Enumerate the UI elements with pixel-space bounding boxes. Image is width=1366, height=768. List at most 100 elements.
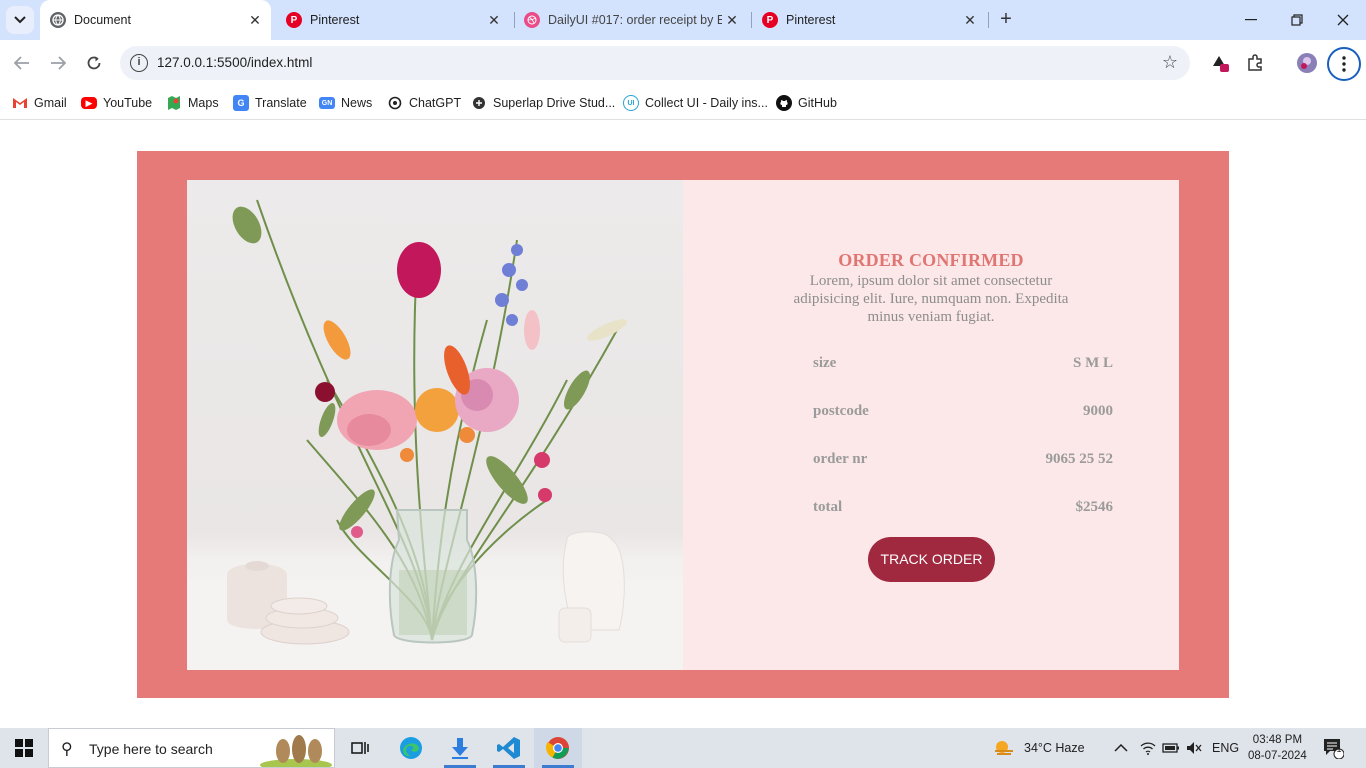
- tab-document[interactable]: Document ✕: [40, 0, 271, 40]
- close-icon[interactable]: ✕: [484, 10, 504, 30]
- start-button[interactable]: [0, 728, 48, 768]
- meerkat-highlight-icon: [260, 735, 332, 767]
- new-tab-button[interactable]: +: [994, 8, 1018, 32]
- chatgpt-icon: [387, 95, 403, 111]
- url-text[interactable]: 127.0.0.1:5500/index.html: [157, 55, 312, 70]
- volume-muted-icon[interactable]: [1186, 728, 1202, 768]
- language-indicator[interactable]: ENG: [1212, 728, 1239, 768]
- network-icon[interactable]: [1140, 728, 1156, 768]
- profile-avatar[interactable]: [1296, 52, 1318, 74]
- bookmark-gmail[interactable]: Gmail: [12, 93, 67, 113]
- search-placeholder: Type here to search: [89, 741, 213, 757]
- dribbble-icon: [524, 12, 540, 28]
- reload-button[interactable]: [81, 50, 107, 76]
- detail-row-order-nr: order nr 9065 25 52: [813, 451, 1113, 471]
- address-bar[interactable]: i 127.0.0.1:5500/index.html ☆: [120, 46, 1190, 80]
- bookmarks-bar: Gmail ▶ YouTube Maps G Translate GN News…: [0, 86, 1366, 120]
- bookmark-star-icon[interactable]: ☆: [1162, 52, 1178, 73]
- bookmark-label: Gmail: [34, 96, 67, 110]
- detail-value: 9065 25 52: [1045, 451, 1114, 467]
- battery-icon[interactable]: [1162, 728, 1180, 768]
- vscode-icon: [497, 737, 520, 759]
- weather-widget[interactable]: 34°C Haze: [992, 728, 1085, 768]
- bookmark-label: News: [341, 96, 373, 110]
- close-icon: [1337, 14, 1349, 26]
- back-button[interactable]: [9, 50, 35, 76]
- tab-title: Pinterest: [310, 13, 360, 27]
- forward-button[interactable]: [45, 50, 71, 76]
- tab-search-button[interactable]: [6, 6, 34, 34]
- detail-label: postcode: [813, 403, 869, 419]
- detail-value: $2546: [1075, 499, 1114, 515]
- order-details-panel: ORDER CONFIRMED Lorem, ipsum dolor sit a…: [683, 180, 1179, 670]
- arrow-left-icon: [14, 56, 29, 70]
- taskbar-search[interactable]: ⚲ Type here to search: [48, 728, 335, 768]
- globe-icon: [50, 12, 66, 28]
- bookmark-label: Maps: [188, 96, 219, 110]
- sun-haze-icon: [995, 741, 1013, 755]
- extension-badge-icon[interactable]: [1209, 52, 1231, 74]
- order-confirmed-heading: ORDER CONFIRMED: [838, 250, 1024, 270]
- track-order-button[interactable]: TRACK ORDER: [868, 537, 995, 582]
- bookmark-youtube[interactable]: ▶ YouTube: [81, 93, 152, 113]
- restore-button[interactable]: [1274, 0, 1320, 40]
- bookmark-superlap[interactable]: Superlap Drive Stud...: [471, 93, 615, 113]
- flower-illustration: [187, 199, 683, 670]
- bookmark-maps[interactable]: Maps: [166, 93, 219, 113]
- edge-app[interactable]: [387, 728, 435, 768]
- windows-taskbar: ⚲ Type here to search 34°C Haze ENG 03:4…: [0, 728, 1366, 768]
- collectui-icon: UI: [623, 95, 639, 111]
- bookmark-collectui[interactable]: UI Collect UI - Daily ins...: [623, 93, 768, 113]
- detail-row-postcode: postcode 9000: [813, 403, 1113, 423]
- arrow-right-icon: [51, 56, 66, 70]
- close-icon[interactable]: ✕: [722, 10, 742, 30]
- flower-vase-photo: [187, 180, 683, 670]
- chrome-icon: [546, 737, 569, 759]
- tab-strip: Document ✕ P Pinterest ✕ DailyUI #017: o…: [0, 0, 1366, 40]
- detail-row-size: size S M L: [813, 355, 1113, 375]
- chrome-menu-button[interactable]: [1327, 47, 1361, 81]
- close-icon[interactable]: ✕: [245, 10, 265, 30]
- chrome-app[interactable]: [534, 728, 582, 768]
- notification-count: 1: [1336, 744, 1342, 754]
- chevron-up-icon: [1114, 744, 1128, 752]
- minimize-button[interactable]: [1228, 0, 1274, 40]
- task-view-button[interactable]: [336, 728, 384, 768]
- detail-value: 9000: [1083, 403, 1113, 419]
- weather-text: 34°C Haze: [1024, 741, 1085, 755]
- download-arrow-icon: [452, 738, 468, 759]
- clock-time: 03:48 PM: [1252, 734, 1303, 746]
- bookmark-label: ChatGPT: [409, 96, 462, 110]
- tab-pinterest-2[interactable]: P Pinterest ✕: [752, 0, 986, 40]
- edge-icon: [400, 737, 422, 759]
- github-icon: [776, 95, 792, 111]
- notification-center-button[interactable]: 1: [1322, 728, 1344, 768]
- bookmark-translate[interactable]: G Translate: [233, 93, 307, 113]
- close-icon[interactable]: ✕: [960, 10, 980, 30]
- bookmark-chatgpt[interactable]: ChatGPT: [387, 93, 461, 113]
- detail-label: size: [813, 355, 837, 371]
- tab-dailyui[interactable]: DailyUI #017: order receipt by E ✕: [514, 0, 748, 40]
- bookmark-news[interactable]: GN News: [319, 93, 372, 113]
- clock[interactable]: 03:48 PM 08-07-2024: [1248, 730, 1307, 766]
- downloads-app[interactable]: [436, 728, 484, 768]
- restore-icon: [1291, 14, 1303, 26]
- puzzle-extensions-icon[interactable]: [1244, 52, 1266, 74]
- vscode-app[interactable]: [485, 728, 533, 768]
- gmail-icon: [12, 95, 28, 111]
- translate-icon: G: [233, 95, 249, 111]
- hidden-icons-button[interactable]: [1114, 728, 1128, 768]
- tab-title: Pinterest: [786, 13, 836, 27]
- tab-pinterest-1[interactable]: P Pinterest ✕: [276, 0, 510, 40]
- tab-title: Document: [74, 13, 131, 27]
- close-window-button[interactable]: [1320, 0, 1366, 40]
- bookmark-label: Collect UI - Daily ins...: [645, 96, 768, 110]
- browser-toolbar: i 127.0.0.1:5500/index.html ☆: [0, 40, 1366, 86]
- superlap-icon: [471, 95, 487, 111]
- bookmark-github[interactable]: GitHub: [776, 93, 837, 113]
- minimize-icon: [1245, 19, 1257, 21]
- receipt-frame: ORDER CONFIRMED Lorem, ipsum dolor sit a…: [137, 151, 1229, 698]
- site-info-icon[interactable]: i: [130, 54, 148, 72]
- tab-title: DailyUI #017: order receipt by E: [548, 13, 722, 27]
- youtube-icon: ▶: [81, 97, 97, 109]
